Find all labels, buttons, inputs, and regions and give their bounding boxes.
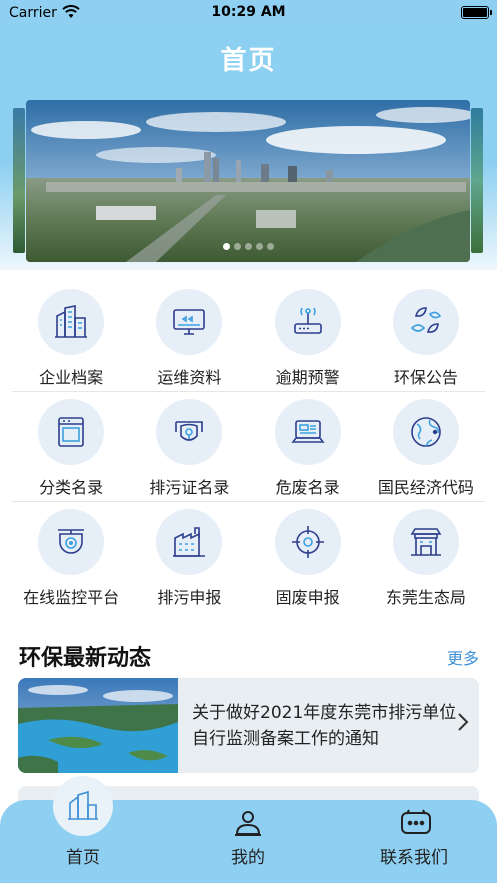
feature-category-list[interactable]: 分类名录 <box>12 392 130 501</box>
certificate-icon <box>156 399 223 465</box>
tab-home[interactable]: 首页 <box>23 800 143 883</box>
banner-dot[interactable] <box>255 243 263 250</box>
feature-ops-docs[interactable]: 运维资料 <box>130 282 248 391</box>
leaves-icon <box>392 289 459 355</box>
feature-label: 排污申报 <box>157 588 222 607</box>
feature-label: 运维资料 <box>157 368 222 387</box>
feature-label: 国民经济代码 <box>377 478 474 497</box>
feature-label: 东莞生态局 <box>385 588 466 607</box>
factory-icon <box>156 509 223 575</box>
banner-prev-peek[interactable] <box>13 108 25 253</box>
chevron-right-icon <box>458 713 469 731</box>
feature-label: 固废申报 <box>275 588 340 607</box>
feature-economic-code[interactable]: 国民经济代码 <box>367 392 485 501</box>
camera-icon <box>38 509 104 575</box>
news-thumbnail <box>18 678 178 773</box>
globe-icon <box>392 399 459 465</box>
feature-hazardous-waste-list[interactable]: 危废名录 <box>249 392 367 501</box>
feature-label: 分类名录 <box>39 478 104 497</box>
chat-icon <box>401 809 431 834</box>
feature-row: 在线监控平台 排污申报 固废申报 东莞生态局 <box>12 502 485 612</box>
router-alarm-icon <box>274 289 341 355</box>
feature-label: 环保公告 <box>393 368 458 387</box>
banner-dot[interactable] <box>222 243 230 250</box>
feature-row: 企业档案 运维资料 逾期预警 环保公告 <box>12 282 485 392</box>
battery-icon <box>461 6 492 19</box>
status-bar: Carrier 10:29 AM <box>0 0 497 26</box>
city-skyline-image <box>26 100 470 262</box>
feature-solid-waste-declare[interactable]: 固废申报 <box>249 502 367 612</box>
tab-label: 联系我们 <box>380 848 448 868</box>
feature-enterprise-archive[interactable]: 企业档案 <box>12 282 130 391</box>
feature-env-notice[interactable]: 环保公告 <box>367 282 485 391</box>
feature-grid: 企业档案 运维资料 逾期预警 环保公告 分类名录 排污证名录 危废名录 国民经济… <box>12 282 485 612</box>
banner-pagination <box>26 243 470 250</box>
feature-permit-list[interactable]: 排污证名录 <box>130 392 248 501</box>
target-icon <box>274 509 341 575</box>
banner-next-peek[interactable] <box>471 108 483 253</box>
news-section-title: 环保最新动态 <box>19 646 152 671</box>
feature-overdue-warning[interactable]: 逾期预警 <box>249 282 367 391</box>
buildings-icon <box>38 289 104 355</box>
feature-label: 逾期预警 <box>275 368 340 387</box>
oven-icon <box>38 399 104 465</box>
feature-row: 分类名录 排污证名录 危废名录 国民经济代码 <box>12 392 485 502</box>
feature-online-monitoring[interactable]: 在线监控平台 <box>12 502 130 612</box>
banner-dot[interactable] <box>244 243 252 250</box>
user-icon <box>235 811 261 836</box>
laptop-icon <box>274 399 341 465</box>
banner-dot[interactable] <box>266 243 274 250</box>
monitor-icon <box>156 289 223 355</box>
news-card[interactable]: 关于做好2021年度东莞市排污单位自行监测备案工作的通知 <box>18 678 479 773</box>
feature-label: 企业档案 <box>39 368 104 387</box>
tab-contact[interactable]: 联系我们 <box>354 800 474 883</box>
banner-dot[interactable] <box>233 243 241 250</box>
tab-mine[interactable]: 我的 <box>188 800 308 883</box>
clock: 10:29 AM <box>211 4 286 20</box>
feature-label: 在线监控平台 <box>23 588 120 607</box>
banner-carousel[interactable] <box>26 100 470 262</box>
feature-label: 危废名录 <box>275 478 340 497</box>
feature-dongguan-eco-bureau[interactable]: 东莞生态局 <box>367 502 485 612</box>
news-title: 关于做好2021年度东莞市排污单位自行监测备案工作的通知 <box>192 703 457 749</box>
page-title: 首页 <box>220 46 277 76</box>
feature-discharge-declare[interactable]: 排污申报 <box>130 502 248 612</box>
header: Carrier 10:29 AM 首页 <box>0 0 497 270</box>
more-news-link[interactable]: 更多 <box>447 645 479 669</box>
tab-label: 首页 <box>66 848 100 868</box>
tab-label: 我的 <box>231 848 265 868</box>
government-building-icon <box>392 509 459 575</box>
feature-label: 排污证名录 <box>149 478 230 497</box>
